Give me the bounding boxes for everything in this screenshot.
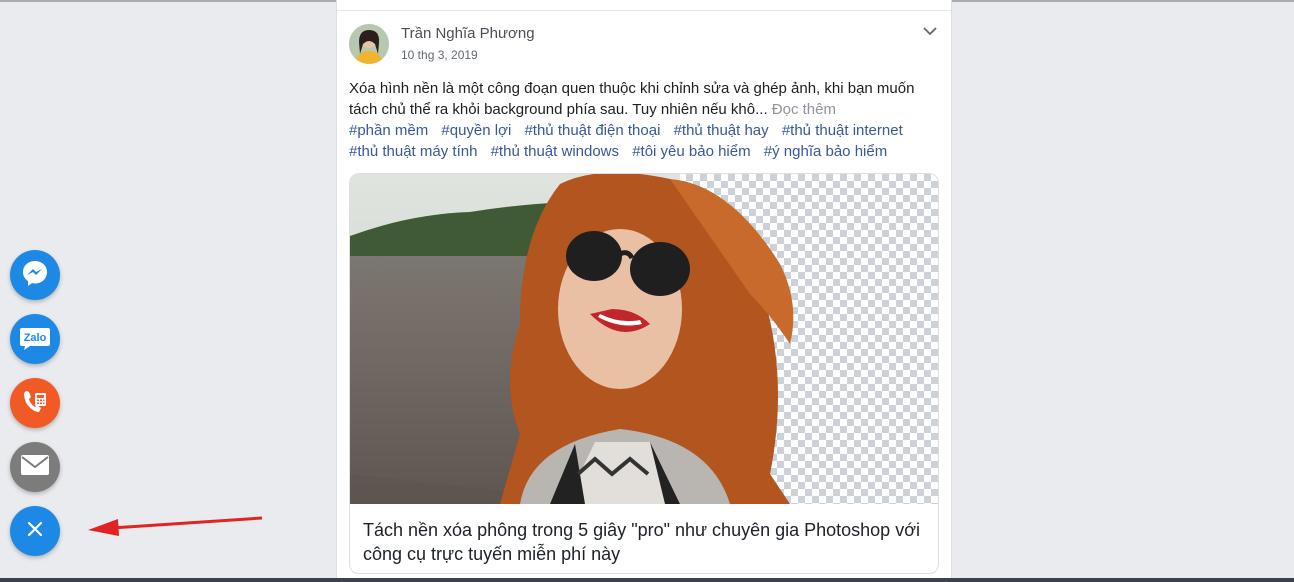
- messenger-icon: [20, 258, 50, 293]
- post-date[interactable]: 10 thg 3, 2019: [401, 48, 478, 62]
- hashtag[interactable]: #ý nghĩa bảo hiểm: [764, 143, 887, 160]
- link-preview-title[interactable]: Tách nền xóa phông trong 5 giây "pro" nh…: [363, 518, 923, 566]
- post-text: Xóa hình nền là một công đoạn quen thuộc…: [349, 78, 939, 120]
- phone-button[interactable]: [10, 378, 60, 428]
- hashtag[interactable]: #thủ thuật internet: [782, 122, 903, 139]
- chevron-down-icon[interactable]: [921, 22, 939, 40]
- hashtag[interactable]: #thủ thuật hay: [674, 122, 769, 139]
- zalo-label: Zalo: [24, 332, 47, 344]
- zalo-icon: Zalo: [18, 326, 52, 352]
- messenger-button[interactable]: [10, 250, 60, 300]
- hashtag-list: #phần mềm #quyền lợi #thủ thuật điện tho…: [349, 120, 939, 162]
- read-more-link[interactable]: Đọc thêm: [772, 101, 836, 118]
- post-top-border: [337, 0, 951, 11]
- hashtag[interactable]: #thủ thuật windows: [491, 143, 619, 160]
- zalo-button[interactable]: Zalo: [10, 314, 60, 364]
- post-card: Trần Nghĩa Phương 10 thg 3, 2019 Xóa hìn…: [336, 0, 952, 578]
- hashtag[interactable]: #tôi yêu bảo hiểm: [632, 143, 750, 160]
- hashtag[interactable]: #phần mềm: [349, 122, 428, 139]
- avatar[interactable]: [349, 24, 389, 64]
- link-preview-card[interactable]: Tách nền xóa phông trong 5 giây "pro" nh…: [349, 173, 939, 574]
- email-button[interactable]: [10, 442, 60, 492]
- hashtag[interactable]: #thủ thuật máy tính: [349, 143, 477, 160]
- bottom-bar: [0, 578, 1294, 582]
- author-name[interactable]: Trần Nghĩa Phương: [401, 25, 535, 42]
- mail-icon: [20, 454, 50, 481]
- hashtag[interactable]: #quyền lợi: [441, 122, 511, 139]
- phone-icon: [21, 387, 49, 420]
- hashtag[interactable]: #thủ thuật điện thoại: [524, 122, 660, 139]
- close-icon: [26, 520, 44, 543]
- close-button[interactable]: [10, 506, 60, 556]
- article-thumbnail: [350, 174, 938, 504]
